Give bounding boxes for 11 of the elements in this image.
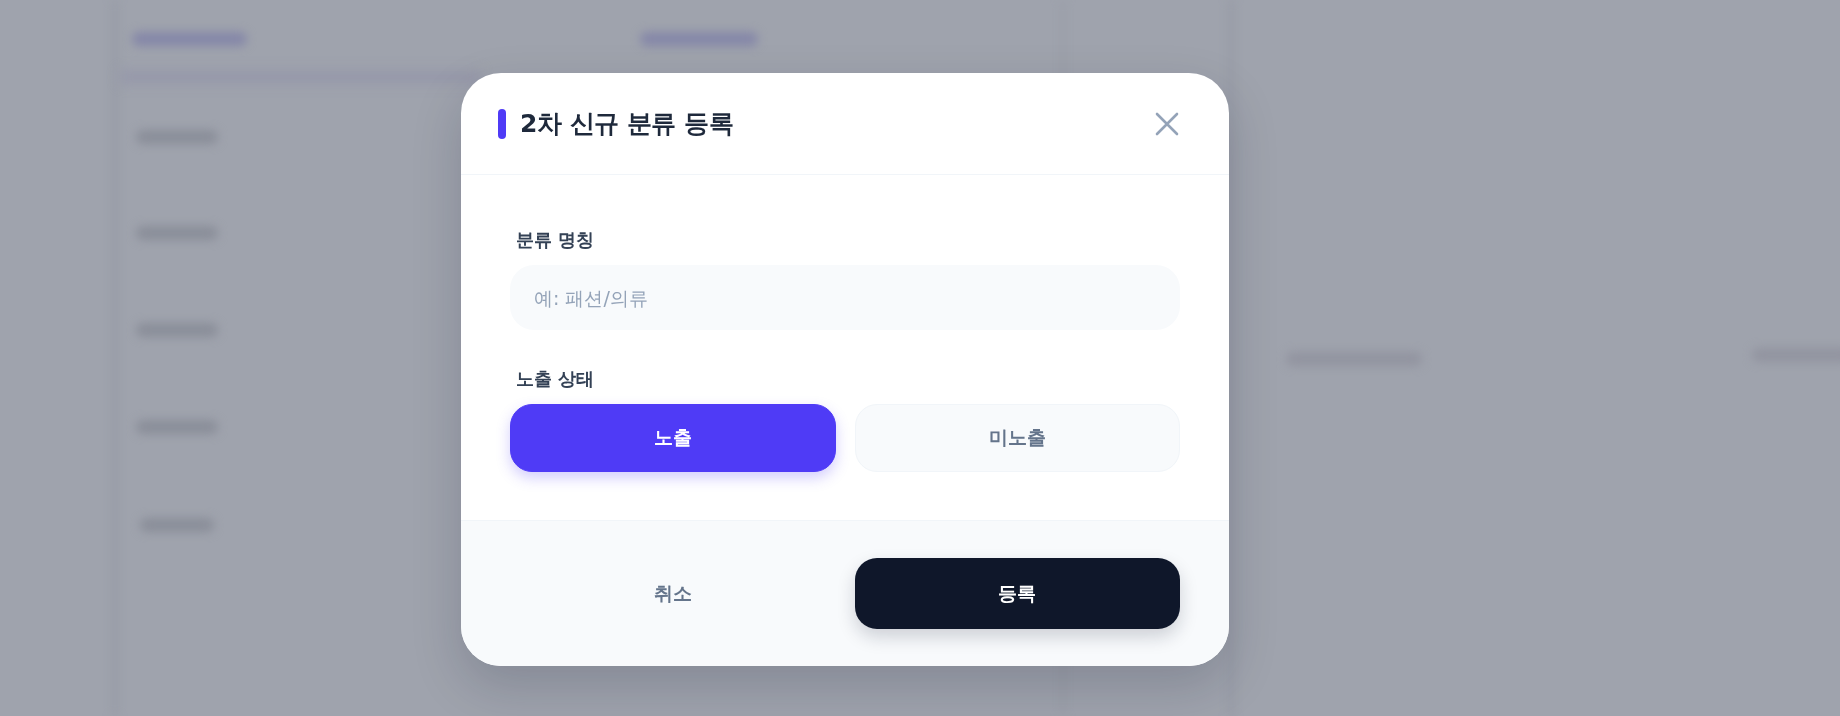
close-button[interactable]: [1155, 111, 1179, 136]
title-accent-bar: [498, 108, 506, 139]
field-label: 노출 상태: [516, 368, 595, 390]
close-icon: [1155, 111, 1179, 136]
input-field[interactable]: 예: 패션/의류: [510, 265, 1180, 330]
register-button[interactable]: 등록: [854, 558, 1180, 629]
cancel-button[interactable]: 취소: [629, 558, 716, 629]
field-label: 분류 명칭: [516, 229, 595, 251]
status-option[interactable]: 노출: [510, 404, 836, 472]
dialog-title: 2차 신규 분류 등록: [520, 108, 733, 140]
status-option[interactable]: 미노출: [854, 404, 1180, 472]
